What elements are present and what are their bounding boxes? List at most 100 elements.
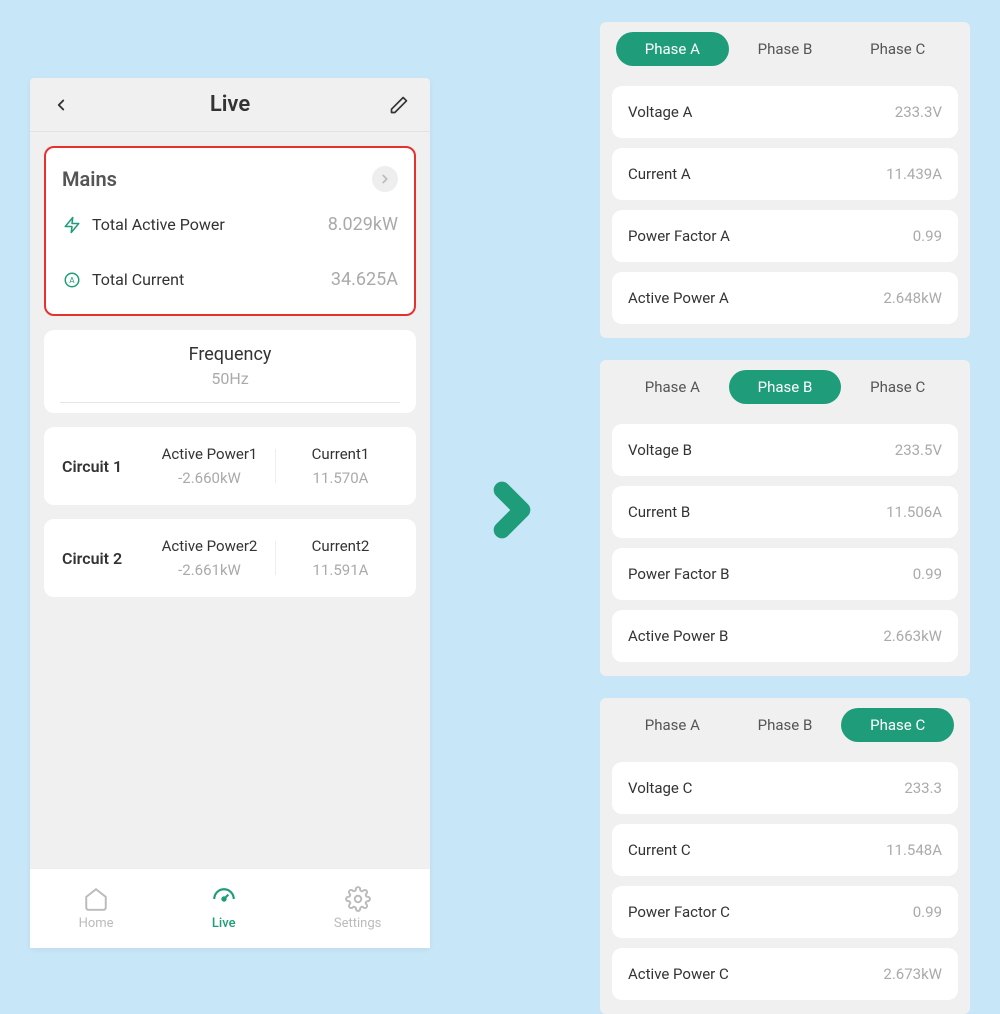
row-label: Active Power C [628,965,729,983]
row-label: Active Power B [628,627,728,645]
row-value: 233.5V [895,441,942,459]
phase-panel-b: Phase A Phase B Phase C Voltage B233.5V … [600,360,970,676]
mains-current-label: Total Current [92,270,184,289]
row-value: 0.99 [913,903,942,921]
row-label: Power Factor A [628,227,730,245]
row-value: 2.648kW [883,289,942,307]
phone-body: Mains Total Active Power 8.029kW A [30,132,430,868]
row-value: 233.3 [904,779,942,797]
mains-ap-value: 8.029kW [328,214,398,235]
list-item: Power Factor C 0.99 [612,886,958,938]
list-item: Power Factor A 0.99 [612,210,958,262]
nav-settings[interactable]: Settings [334,886,381,931]
tab-phase-b[interactable]: Phase B [729,370,842,404]
chevron-left-icon [52,96,70,114]
circuit-2-card[interactable]: Circuit 2 Active Power2 -2.661kW Current… [44,519,416,597]
page-title: Live [210,92,250,117]
back-button[interactable] [48,92,74,118]
tab-phase-a[interactable]: Phase A [616,708,729,742]
tab-phase-c[interactable]: Phase C [841,370,954,404]
app-header: Live [30,78,430,132]
phase-stack: Phase A Phase B Phase C Voltage A233.3V … [600,22,970,1014]
mains-current-value: 34.625A [331,269,398,290]
circuit-name: Circuit 2 [54,549,144,568]
svg-text:A: A [69,276,75,286]
row-value: 11.506A [886,503,942,521]
row-label: Current B [628,503,690,521]
nav-live[interactable]: Live [211,886,237,931]
circuit-c-label: Current1 [275,445,406,463]
list-item: Voltage B 233.5V [612,424,958,476]
circuit-c-value: 11.570A [275,469,406,487]
flow-arrow-icon [472,470,552,554]
circuit-ap-label: Active Power2 [144,537,275,555]
phase-tabs: Phase A Phase B Phase C [612,32,958,76]
nav-home[interactable]: Home [79,886,114,931]
list-item: Current B 11.506A [612,486,958,538]
circuit-name: Circuit 1 [54,457,144,476]
row-label: Voltage C [628,779,692,797]
mains-active-power-row: Total Active Power 8.029kW [62,214,398,235]
frequency-card: Frequency 50Hz [44,330,416,413]
row-label: Current A [628,165,691,183]
phase-panel-c: Phase A Phase B Phase C Voltage C 233.3 C… [600,698,970,1014]
frequency-label: Frequency [44,344,416,365]
row-label: Power Factor B [628,565,729,583]
frequency-value: 50Hz [44,369,416,388]
tab-phase-b[interactable]: Phase B [729,708,842,742]
list-item: Active Power A 2.648kW [612,272,958,324]
row-value: 2.673kW [883,965,942,983]
circuit-ap-value: -2.661kW [144,561,275,579]
mains-detail-button[interactable] [372,166,398,192]
phase-tabs: Phase A Phase B Phase C [612,370,958,414]
tab-phase-c[interactable]: Phase C [841,708,954,742]
row-label: Voltage B [628,441,692,459]
row-label: Active Power A [628,289,729,307]
row-value: 233.3V [895,103,942,121]
row-value: 11.439A [886,165,942,183]
circuit-c-value: 11.591A [275,561,406,579]
list-item: Power Factor B 0.99 [612,548,958,600]
row-value: 0.99 [913,565,942,583]
mains-card[interactable]: Mains Total Active Power 8.029kW A [44,146,416,316]
gear-icon [345,886,371,912]
row-value: 11.548A [886,841,942,859]
tab-phase-a[interactable]: Phase A [616,32,729,66]
ammeter-icon: A [62,270,82,290]
mains-current-row: A Total Current 34.625A [62,269,398,290]
nav-label: Settings [334,916,381,931]
nav-label: Live [212,916,236,931]
phase-tabs: Phase A Phase B Phase C [612,708,958,752]
list-item: Current A 11.439A [612,148,958,200]
edit-button[interactable] [386,92,412,118]
row-label: Power Factor C [628,903,730,921]
divider [60,402,400,403]
list-item: Active Power C 2.673kW [612,948,958,1000]
tab-phase-a[interactable]: Phase A [616,370,729,404]
list-item: Active Power B 2.663kW [612,610,958,662]
circuit-ap-label: Active Power1 [144,445,275,463]
row-value: 0.99 [913,227,942,245]
list-item: Voltage A 233.3V [612,86,958,138]
chevron-right-icon [378,172,392,186]
circuit-c-label: Current2 [275,537,406,555]
mains-title: Mains [62,167,117,191]
tab-phase-c[interactable]: Phase C [841,32,954,66]
circuit-1-card[interactable]: Circuit 1 Active Power1 -2.660kW Current… [44,427,416,505]
bottom-nav: Home Live Settings [30,868,430,948]
phone-mock: Live Mains Total Active Power 8.029kW [30,78,430,948]
row-value: 2.663kW [883,627,942,645]
row-label: Current C [628,841,691,859]
bolt-icon [62,215,82,235]
pencil-icon [389,95,409,115]
list-item: Current C 11.548A [612,824,958,876]
phase-panel-a: Phase A Phase B Phase C Voltage A233.3V … [600,22,970,338]
nav-label: Home [79,916,114,931]
tab-phase-b[interactable]: Phase B [729,32,842,66]
gauge-icon [211,886,237,912]
list-item: Voltage C 233.3 [612,762,958,814]
circuit-ap-value: -2.660kW [144,469,275,487]
row-label: Voltage A [628,103,692,121]
mains-ap-label: Total Active Power [92,215,225,234]
home-icon [83,886,109,912]
